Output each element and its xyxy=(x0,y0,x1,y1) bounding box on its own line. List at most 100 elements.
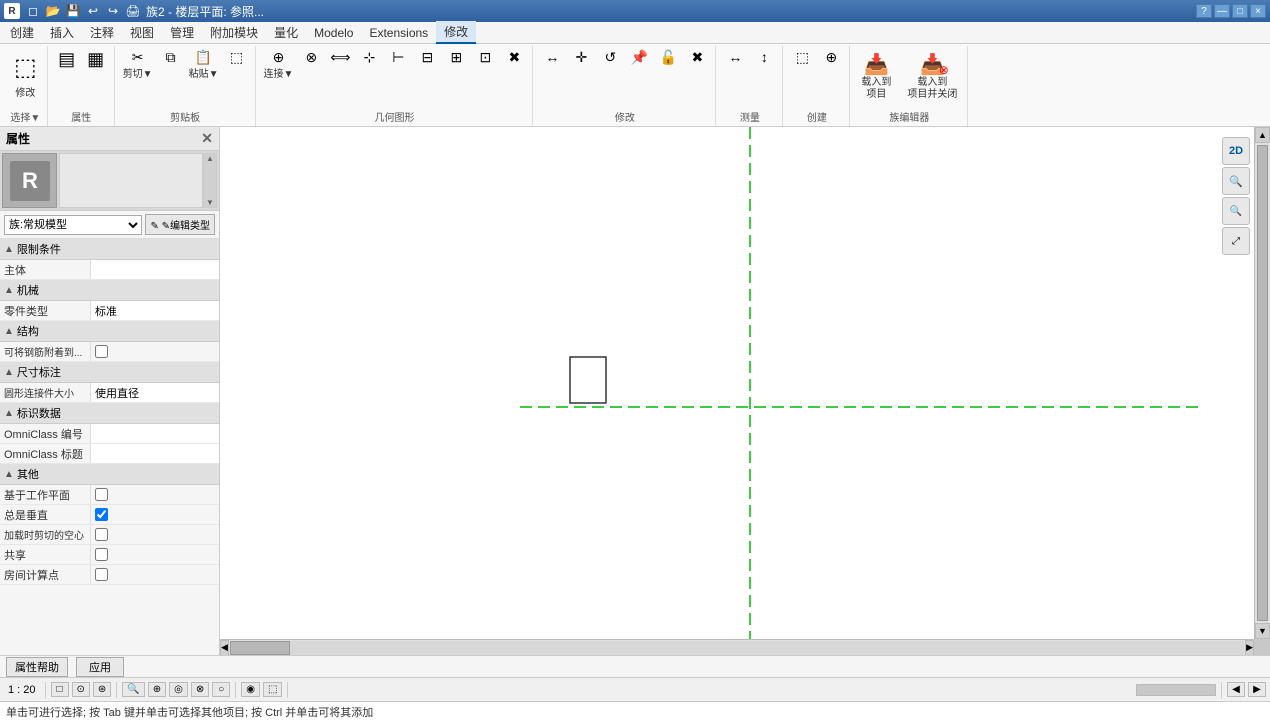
scroll-left-btn[interactable]: ◀ xyxy=(220,640,229,656)
menu-modelo[interactable]: Modelo xyxy=(306,24,361,42)
prop-value-rebar[interactable] xyxy=(90,342,219,361)
vertical-scrollbar[interactable]: ▲ ▼ xyxy=(1254,127,1270,639)
rotate-btn[interactable]: ↺ xyxy=(596,48,624,66)
room-calc-checkbox[interactable] xyxy=(95,568,108,581)
scale-btn[interactable]: ⊡ xyxy=(471,48,499,66)
redo-btn[interactable]: ↪ xyxy=(104,2,122,20)
view-mode-btn5[interactable]: ⊕ xyxy=(148,682,166,697)
format-btn[interactable]: ⬚ xyxy=(223,48,251,66)
prop-apply-btn[interactable]: 应用 xyxy=(76,657,124,677)
always-vertical-checkbox[interactable] xyxy=(95,508,108,521)
section-constraints[interactable]: ▲ 限制条件 xyxy=(0,239,219,260)
nav-bar[interactable] xyxy=(1136,684,1216,696)
menu-addins[interactable]: 附加模块 xyxy=(202,22,266,43)
prop-value-omni-title[interactable] xyxy=(90,444,219,463)
prop-value-always-vertical[interactable] xyxy=(90,505,219,524)
view-fit-btn[interactable]: ⤢ xyxy=(1222,227,1250,255)
nav-next-btn[interactable]: ▶ xyxy=(1248,682,1266,697)
canvas-area[interactable]: 2D 🔍 🔍 ⤢ ▲ ▼ ◀ ▶ xyxy=(220,127,1270,655)
view-mode-btn6[interactable]: ◎ xyxy=(169,682,188,697)
shared-checkbox[interactable] xyxy=(95,548,108,561)
zoom-out-btn[interactable]: 🔍 xyxy=(1222,197,1250,225)
connect-btn[interactable]: ⊕连接▼ xyxy=(261,48,297,82)
prop-value-connector[interactable]: 使用直径 xyxy=(90,383,219,402)
scroll-thumb-h[interactable] xyxy=(230,641,290,655)
detail-level-btn[interactable]: ◉ xyxy=(241,682,260,697)
print-btn[interactable]: 🖨 xyxy=(124,2,142,20)
maximize-btn[interactable]: □ xyxy=(1232,4,1248,18)
save-btn[interactable]: 💾 xyxy=(64,2,82,20)
open-btn[interactable]: 📂 xyxy=(44,2,62,20)
menu-modify[interactable]: 修改 xyxy=(436,21,476,44)
visual-style-btn[interactable]: ⬚ xyxy=(263,682,282,697)
view-2d-btn[interactable]: 2D xyxy=(1222,137,1250,165)
scroll-track-h[interactable] xyxy=(230,641,1244,655)
menu-quantity[interactable]: 量化 xyxy=(266,22,306,43)
section-structure[interactable]: ▲ 结构 xyxy=(0,321,219,342)
undo-btn[interactable]: ↩ xyxy=(84,2,102,20)
view-mode-btn7[interactable]: ⊗ xyxy=(191,682,209,697)
menu-annotation[interactable]: 注释 xyxy=(82,22,122,43)
measure-btn2[interactable]: ↕ xyxy=(750,48,778,66)
prop-value-shared[interactable] xyxy=(90,545,219,564)
del-btn[interactable]: ✖ xyxy=(683,48,711,66)
mirror-btn[interactable]: ↔ xyxy=(538,48,566,66)
properties-btn2[interactable]: ▦ xyxy=(82,48,110,70)
prop-value-host[interactable] xyxy=(90,260,219,279)
load-to-project-btn[interactable]: 📥 载入到项目 xyxy=(855,48,897,104)
scroll-up-btn[interactable]: ▲ xyxy=(1255,127,1270,143)
geometry-btn2[interactable]: ⊗ xyxy=(297,48,325,66)
measure-btn1[interactable]: ↔ xyxy=(721,48,749,66)
split-btn[interactable]: ⊹ xyxy=(355,48,383,66)
trim-btn[interactable]: ⊢ xyxy=(384,48,412,66)
prop-value-part-type[interactable] xyxy=(90,301,219,320)
close-btn[interactable]: × xyxy=(1250,4,1266,18)
array-btn[interactable]: ⊞ xyxy=(442,48,470,66)
unlock-btn[interactable]: 🔓 xyxy=(654,48,682,66)
prop-preview-scrollbar[interactable]: ▲ ▼ xyxy=(203,153,217,208)
section-mechanical[interactable]: ▲ 机械 xyxy=(0,280,219,301)
view-mode-btn8[interactable]: ○ xyxy=(212,682,230,697)
section-identity[interactable]: ▲ 标识数据 xyxy=(0,403,219,424)
prop-value-omni-num[interactable] xyxy=(90,424,219,443)
prop-value-cut-void[interactable] xyxy=(90,525,219,544)
zoom-in-btn[interactable]: 🔍 xyxy=(1222,167,1250,195)
offset-btn[interactable]: ⊟ xyxy=(413,48,441,66)
delete-btn[interactable]: ✖ xyxy=(500,48,528,66)
menu-view[interactable]: 视图 xyxy=(122,22,162,43)
type-selector[interactable]: 族:常规模型 xyxy=(4,215,142,235)
new-btn[interactable]: ◻ xyxy=(24,2,42,20)
view-mode-btn1[interactable]: □ xyxy=(51,682,69,697)
workplane-checkbox[interactable] xyxy=(95,488,108,501)
part-type-input[interactable] xyxy=(95,305,215,317)
scroll-down-btn[interactable]: ▼ xyxy=(1255,623,1270,639)
modify-btn[interactable]: ⬚ 修改 xyxy=(8,48,43,104)
cut-btn[interactable]: ✂剪切▼ xyxy=(120,48,156,82)
view-mode-btn4[interactable]: 🔍 xyxy=(122,682,144,697)
properties-close-btn[interactable]: ✕ xyxy=(201,130,213,147)
section-other[interactable]: ▲ 其他 xyxy=(0,464,219,485)
copy-btn[interactable]: ⧉ xyxy=(157,48,185,66)
scroll-right-btn[interactable]: ▶ xyxy=(1245,640,1254,656)
rebar-checkbox[interactable] xyxy=(95,345,108,358)
scroll-thumb-v[interactable] xyxy=(1257,145,1268,621)
menu-create[interactable]: 创建 xyxy=(2,22,42,43)
menu-extensions[interactable]: Extensions xyxy=(361,24,436,42)
properties-btn1[interactable]: ▤ xyxy=(53,48,81,70)
prop-help-btn[interactable]: 属性帮助 xyxy=(6,657,68,677)
pin-btn[interactable]: 📌 xyxy=(625,48,653,66)
horizontal-scrollbar[interactable]: ◀ ▶ xyxy=(220,639,1254,655)
edit-type-btn[interactable]: ✎ ✎编辑类型 xyxy=(145,214,215,235)
view-mode-btn3[interactable]: ⊛ xyxy=(93,682,111,697)
load-close-btn[interactable]: 📥⊗ 载入到项目并关闭 xyxy=(901,48,963,104)
menu-insert[interactable]: 插入 xyxy=(42,22,82,43)
align-btn[interactable]: ⟺ xyxy=(326,48,354,66)
nav-prev-btn[interactable]: ◀ xyxy=(1227,682,1245,697)
cut-void-checkbox[interactable] xyxy=(95,528,108,541)
section-dimensions[interactable]: ▲ 尺寸标注 xyxy=(0,362,219,383)
minimize-btn[interactable]: — xyxy=(1214,4,1230,18)
create-btn2[interactable]: ⊕ xyxy=(817,48,845,66)
prop-value-room-calc[interactable] xyxy=(90,565,219,584)
move-btn[interactable]: ✛ xyxy=(567,48,595,66)
paste-btn[interactable]: 📋粘贴▼ xyxy=(186,48,222,82)
